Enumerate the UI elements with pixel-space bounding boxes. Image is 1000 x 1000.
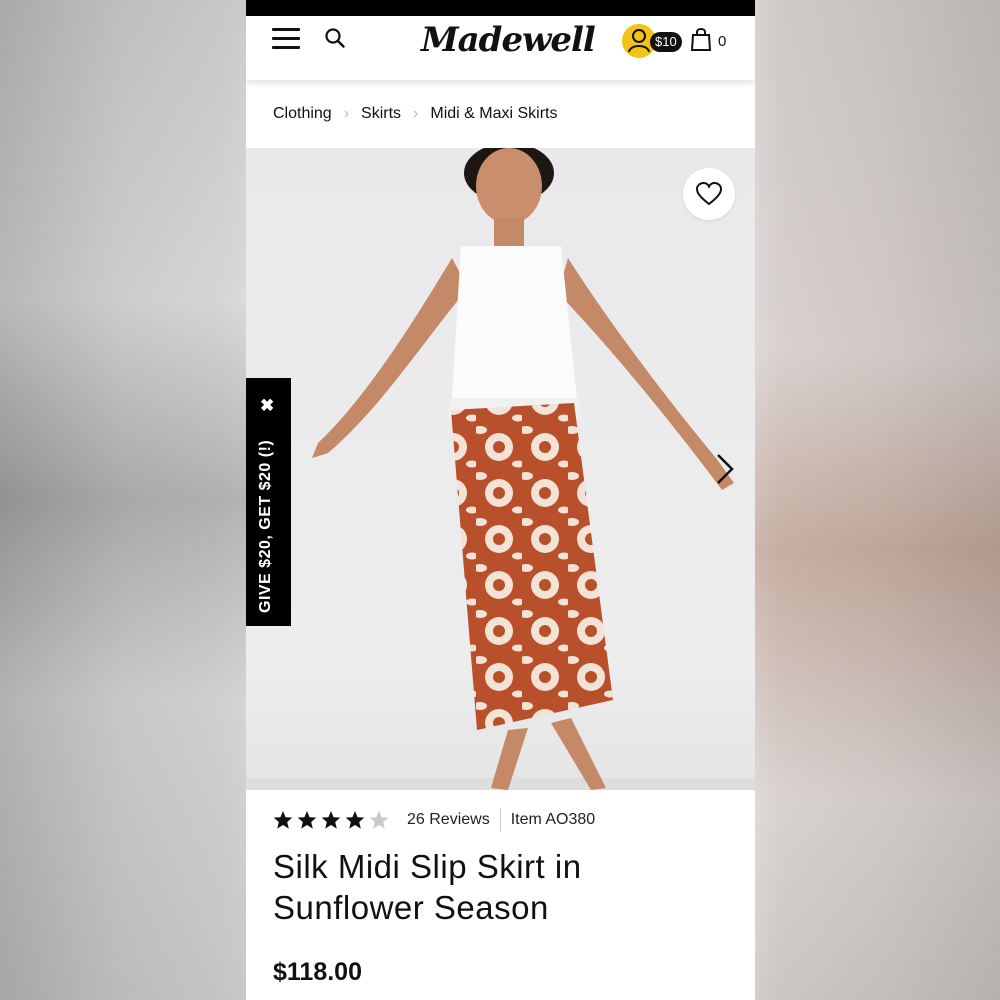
product-title: Silk Midi Slip Skirt in Sunflower Season (273, 848, 582, 926)
star-icon (321, 811, 341, 829)
reviews-link[interactable]: 26 Reviews (407, 811, 490, 829)
referral-tab[interactable]: ✖ GIVE $20, GET $20 (!) (246, 378, 291, 626)
referral-label[interactable]: GIVE $20, GET $20 (!) (257, 440, 275, 613)
product-price: $118.00 (273, 958, 362, 986)
favorite-button[interactable] (683, 168, 735, 220)
rating-row: 26 Reviews Item AO380 (273, 808, 595, 832)
chevron-right-icon[interactable] (714, 451, 736, 487)
star-icon (297, 811, 317, 829)
chevron-right-icon: › (343, 105, 350, 122)
site-header: Madewell $10 0 (246, 16, 755, 80)
breadcrumb-skirts[interactable]: Skirts (361, 105, 401, 123)
bag-icon[interactable] (690, 26, 712, 52)
reward-badge[interactable]: $10 (650, 32, 682, 52)
search-icon[interactable] (324, 27, 346, 49)
menu-icon[interactable] (272, 28, 300, 50)
breadcrumb-midi-maxi-skirts[interactable]: Midi & Maxi Skirts (430, 105, 557, 123)
item-number: Item AO380 (510, 811, 596, 828)
heart-icon (696, 182, 722, 206)
chevron-right-icon: › (413, 105, 419, 122)
product-image[interactable] (246, 148, 755, 790)
star-icon (369, 811, 389, 829)
background-blur-right (755, 0, 1000, 1000)
background-blur-left (0, 0, 246, 1000)
mobile-page: Madewell $10 0 Clothing › Skirts › Midi … (246, 0, 755, 1000)
status-bar (246, 0, 755, 16)
brand-logo[interactable]: Madewell (421, 20, 596, 60)
star-icon (273, 811, 293, 829)
star-icon (345, 811, 365, 829)
breadcrumb-clothing[interactable]: Clothing (273, 105, 332, 123)
divider (499, 808, 501, 832)
star-rating[interactable] (273, 810, 389, 830)
breadcrumb: Clothing › Skirts › Midi & Maxi Skirts (246, 80, 755, 148)
bag-count: 0 (718, 33, 727, 50)
close-icon[interactable]: ✖ (260, 396, 274, 416)
model-illustration (312, 148, 734, 790)
